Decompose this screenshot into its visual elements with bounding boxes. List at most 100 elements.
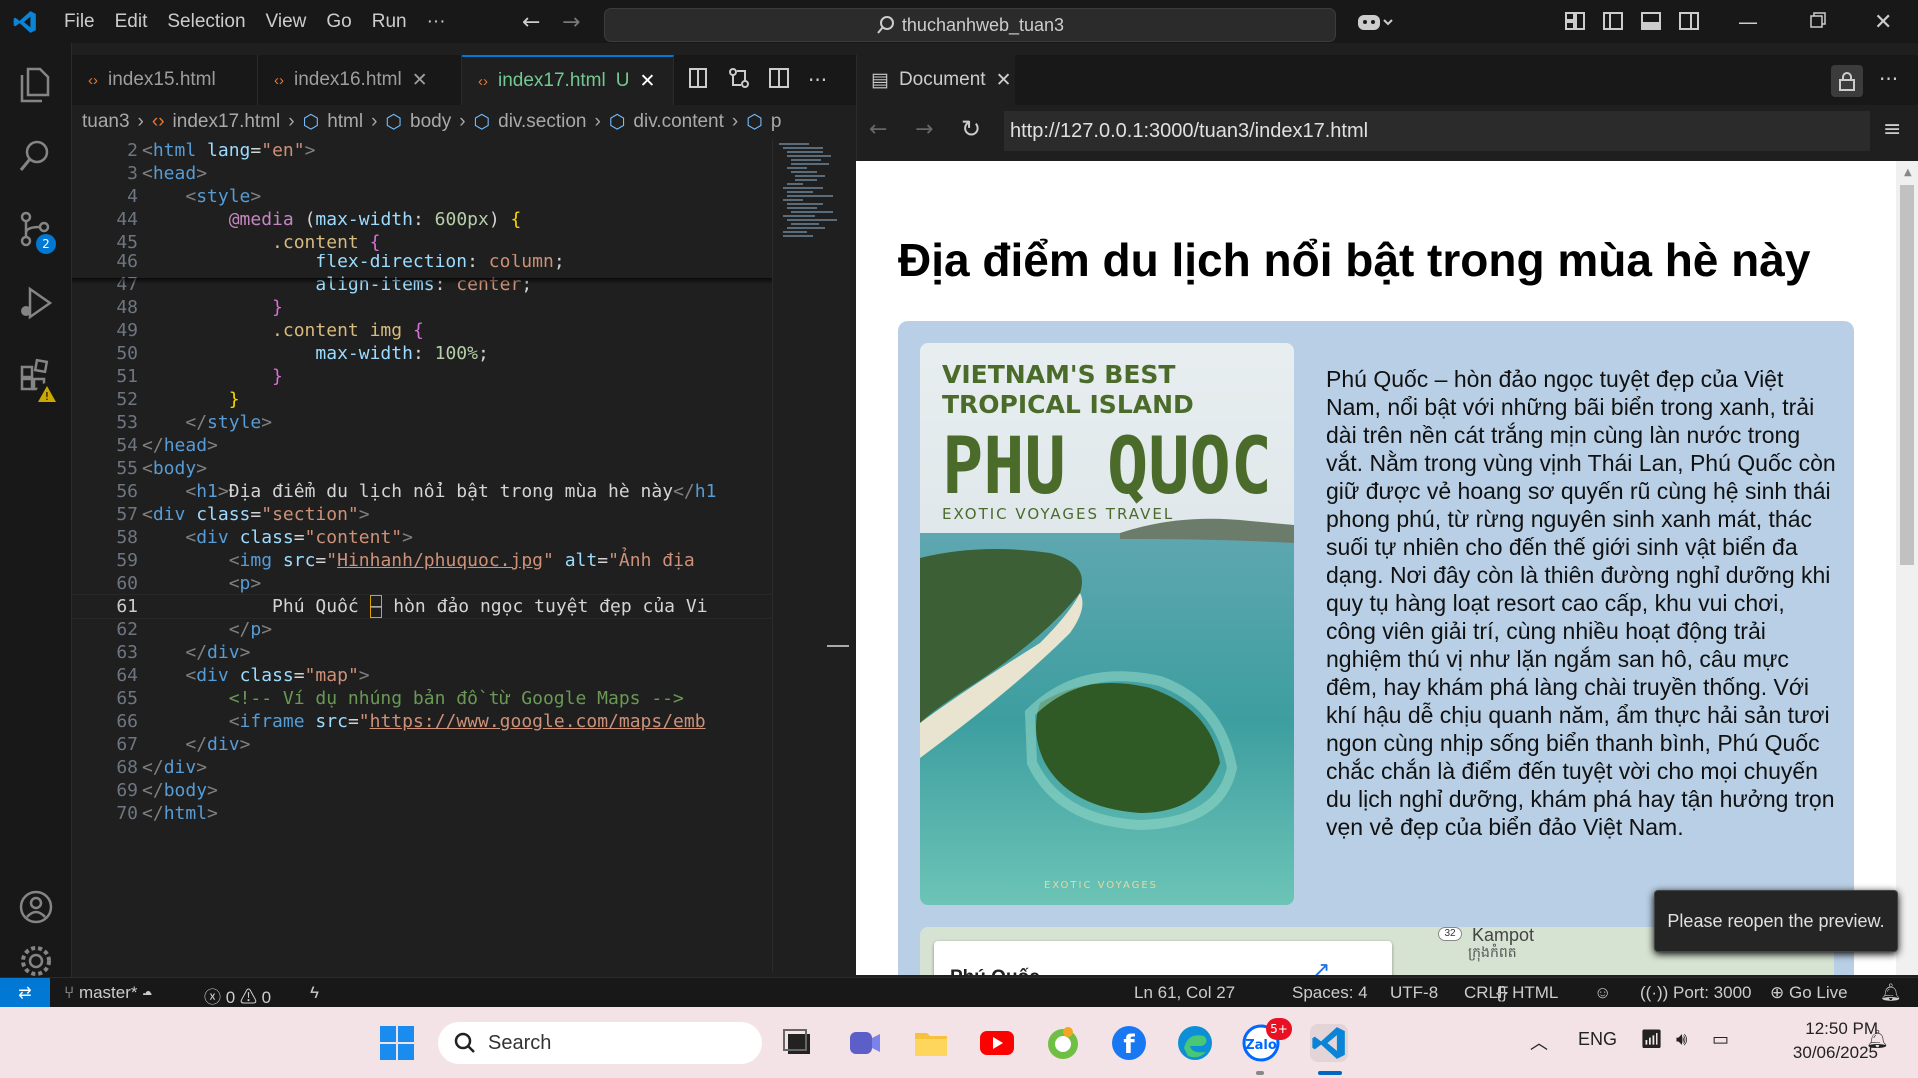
preview-scrollbar[interactable]: ▲ [1896, 161, 1918, 975]
facebook-icon[interactable]: f [1110, 1024, 1148, 1062]
code-line[interactable]: 50 max-width: 100%; [72, 342, 772, 365]
code-line[interactable]: 45 .content { [72, 231, 772, 254]
battery-icon[interactable]: ▭ [1712, 1029, 1729, 1050]
open-preview-icon[interactable] [688, 67, 710, 94]
code-line[interactable]: 53 </style> [72, 411, 772, 434]
code-line[interactable]: 61 Phú Quốc – hòn đảo ngọc tuyệt đẹp của… [72, 594, 772, 619]
clock-date[interactable]: 30/06/2025 [1760, 1043, 1878, 1063]
lock-group-icon[interactable] [1831, 65, 1863, 97]
show-hidden-icons-icon[interactable]: ︿ [1530, 1029, 1548, 1055]
breadcrumb-folder[interactable]: tuan3 [82, 111, 130, 133]
encoding[interactable]: UTF-8 [1390, 983, 1438, 1003]
split-editor-icon[interactable] [768, 67, 790, 94]
compare-changes-icon[interactable] [728, 67, 750, 94]
minimap[interactable] [772, 139, 856, 973]
app-green-icon[interactable] [1044, 1024, 1082, 1062]
go-live-button[interactable]: ⊕ Go Live [1770, 983, 1848, 1003]
code-line[interactable]: 69 </body> [72, 779, 772, 802]
breadcrumb-div-section[interactable]: div.section [498, 111, 586, 133]
notifications-bell-icon[interactable]: 🔔︎ [1880, 983, 1902, 1003]
nav-forward-icon[interactable]: → [562, 10, 586, 35]
copilot-status-icon[interactable]: ☺ [1594, 983, 1611, 1003]
wifi-icon[interactable]: 📶︎ [1640, 1029, 1663, 1050]
code-line[interactable]: 48 } [72, 296, 772, 319]
clock-time[interactable]: 12:50 PM [1782, 1019, 1878, 1039]
tab-index16[interactable]: ‹› index16.html ✕ [258, 55, 462, 105]
settings-gear-icon[interactable] [18, 943, 54, 979]
copilot-icon[interactable] [1356, 10, 1396, 34]
notification-icon[interactable]: 🔔︎ [1866, 1029, 1889, 1050]
customize-layout-icon[interactable] [1564, 10, 1588, 34]
teams-meet-icon[interactable] [846, 1024, 884, 1062]
code-line[interactable]: 2 <html lang="en"> [72, 139, 772, 162]
indentation[interactable]: Spaces: 4 [1292, 983, 1368, 1003]
url-input[interactable]: http://127.0.0.1:3000/tuan3/index17.html [1004, 111, 1870, 151]
code-line[interactable]: 49 .content img { [72, 319, 772, 342]
code-line[interactable]: 55 <body> [72, 457, 772, 480]
language-mode[interactable]: {} HTML [1496, 983, 1558, 1003]
close-tab-icon[interactable]: ✕ [996, 69, 1012, 92]
menu-selection[interactable]: Selection [157, 11, 255, 33]
tab-index17[interactable]: ‹› index17.html U ✕ [462, 55, 674, 105]
code-line[interactable]: 65 <!-- Ví dụ nhúng bản đồ từ Google Map… [72, 687, 772, 710]
close-tab-icon[interactable]: ✕ [412, 69, 428, 92]
menu-go[interactable]: Go [316, 11, 361, 33]
close-tab-icon[interactable]: ✕ [639, 70, 655, 93]
code-line[interactable]: 68 </div> [72, 756, 772, 779]
edge-browser-icon[interactable] [1176, 1024, 1214, 1062]
menu-icon[interactable]: ≡ [1883, 117, 1901, 142]
problems-indicator[interactable]: ⓧ 0 ⚠ 0 [204, 983, 271, 1008]
breadcrumb-body[interactable]: body [410, 111, 451, 133]
restore-icon[interactable] [1808, 10, 1832, 34]
code-line[interactable]: 54 </head> [72, 434, 772, 457]
code-line[interactable]: 47 align-items: center; [72, 273, 772, 296]
taskbar-search[interactable]: Search [438, 1022, 762, 1064]
code-line[interactable]: 67 </div> [72, 733, 772, 756]
windows-start-icon[interactable] [378, 1024, 416, 1062]
code-line[interactable]: 60 <p> [72, 572, 772, 595]
live-server-port[interactable]: ((·)) Port: 3000 [1640, 983, 1751, 1003]
code-line[interactable]: 3 <head> [72, 162, 772, 185]
explorer-icon[interactable] [18, 67, 54, 103]
toggle-secondary-sidebar-icon[interactable] [1678, 10, 1702, 34]
code-line[interactable]: 57 <div class="section"> [72, 503, 772, 526]
tab-document[interactable]: ▤ Document ✕ [857, 55, 1015, 105]
breadcrumb-html[interactable]: html [327, 111, 363, 133]
code-line[interactable]: 62 </p> [72, 618, 772, 641]
close-window-icon[interactable]: ✕ [1874, 10, 1898, 35]
code-line[interactable]: 66 <iframe src="https://www.google.com/m… [72, 710, 772, 733]
run-debug-icon[interactable] [18, 285, 54, 321]
git-branch[interactable]: ⑂ master* ☁ [64, 983, 152, 1003]
code-line[interactable]: 64 <div class="map"> [72, 664, 772, 687]
code-line[interactable]: 63 </div> [72, 641, 772, 664]
breadcrumb-file[interactable]: index17.html [173, 111, 281, 133]
code-line[interactable]: 4 <style> [72, 185, 772, 208]
code-line[interactable]: 70 </html> [72, 802, 772, 825]
toggle-panel-icon[interactable] [1640, 10, 1664, 34]
menu-file[interactable]: File [54, 11, 105, 33]
code-line[interactable]: 52 } [72, 388, 772, 411]
more-actions-icon[interactable]: ··· [808, 68, 827, 92]
tab-index15[interactable]: ‹› index15.html [72, 55, 258, 105]
input-language[interactable]: ENG [1578, 1029, 1617, 1050]
scroll-up-icon[interactable]: ▲ [1904, 167, 1912, 178]
remote-window-icon[interactable]: ⇄ [0, 978, 50, 1008]
back-arrow-icon[interactable]: ← [869, 117, 887, 142]
vscode-taskbar-icon[interactable] [1310, 1024, 1348, 1062]
cursor-position[interactable]: Ln 61, Col 27 [1134, 983, 1235, 1003]
menu-run[interactable]: Run [362, 11, 417, 33]
forward-arrow-icon[interactable]: → [915, 117, 933, 142]
search-icon[interactable] [18, 139, 54, 175]
minimize-icon[interactable]: — [1738, 10, 1762, 34]
task-view-icon[interactable] [780, 1024, 818, 1062]
code-editor[interactable]: 2 <html lang="en"> 3 <head> 4 <style> 44 @med… [72, 139, 772, 973]
scrollbar-thumb[interactable] [1900, 185, 1914, 565]
code-line[interactable]: 51 } [72, 365, 772, 388]
toggle-primary-sidebar-icon[interactable] [1602, 10, 1626, 34]
volume-icon[interactable]: 🔊︎ [1676, 1029, 1687, 1050]
code-line[interactable]: 58 <div class="content"> [72, 526, 772, 549]
accounts-icon[interactable] [18, 889, 54, 925]
youtube-icon[interactable] [978, 1024, 1016, 1062]
menu-edit[interactable]: Edit [105, 11, 158, 33]
breadcrumb-p[interactable]: p [771, 111, 782, 133]
